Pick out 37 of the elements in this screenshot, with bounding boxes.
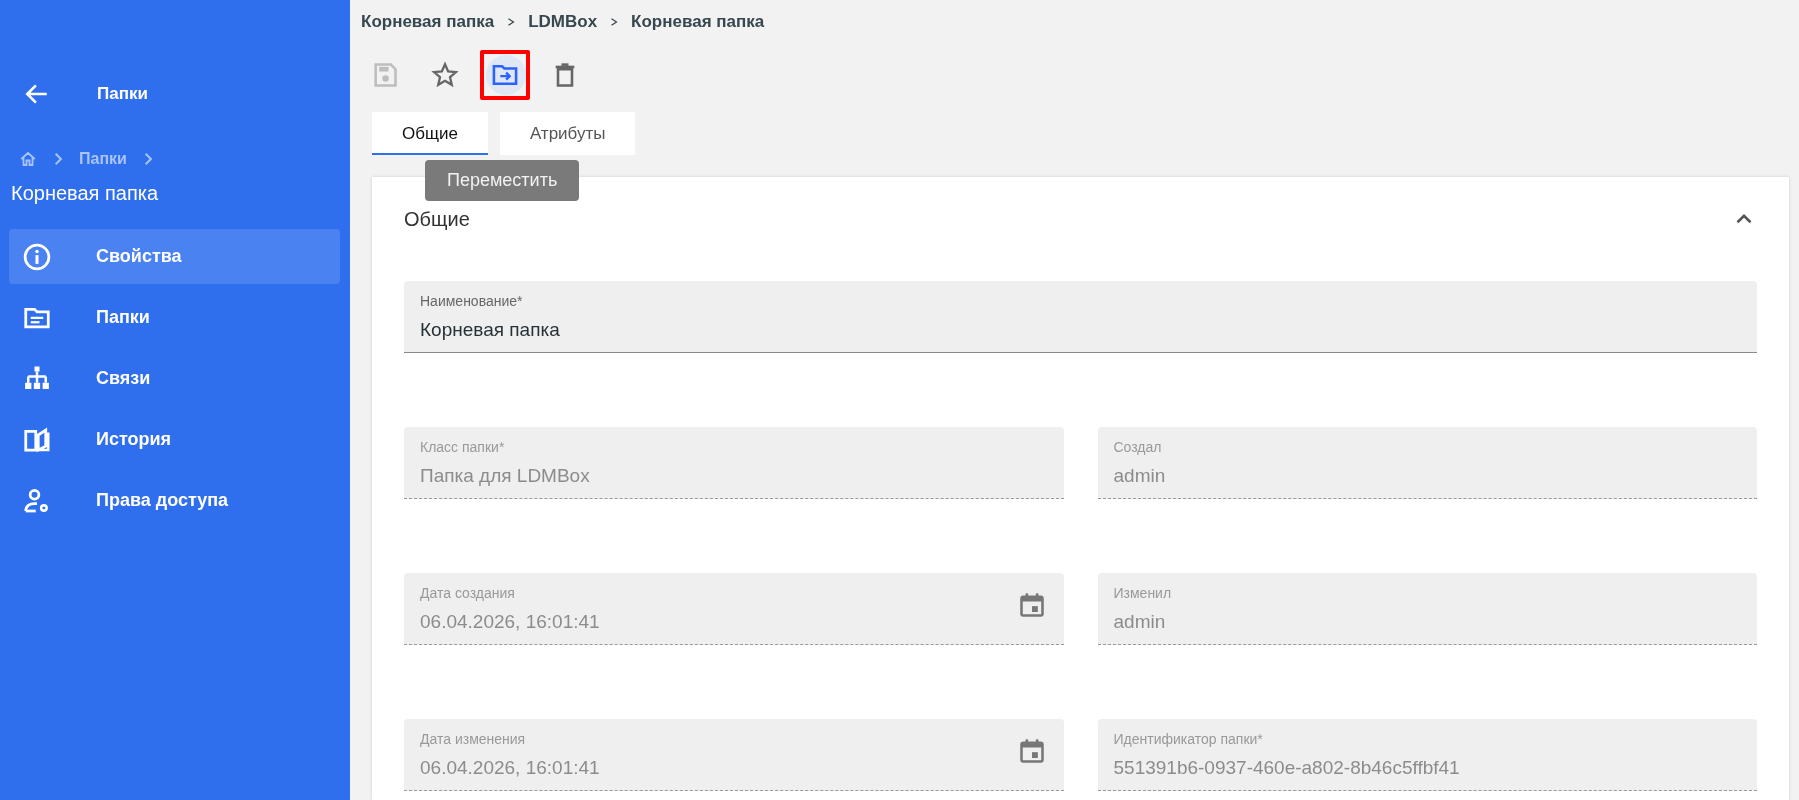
tab[interactable]: Общие (372, 112, 488, 155)
field-label: Идентификатор папки* (1113, 731, 1264, 747)
sidebar-item[interactable]: История (9, 412, 340, 467)
sidebar-item[interactable]: Права доступа (9, 473, 340, 528)
field-label: Дата изменения (420, 731, 527, 747)
breadcrumb-link[interactable]: Корневая папка (631, 12, 765, 32)
tab[interactable]: Атрибуты (499, 112, 636, 155)
field-value: Папка для LDMBox (420, 465, 590, 487)
breadcrumb-link[interactable]: Папки (79, 150, 127, 168)
field-value: admin (1113, 465, 1166, 487)
breadcrumb-link[interactable]: LDMBox (528, 12, 598, 32)
sidebar-item[interactable]: Папки (9, 290, 340, 345)
field-label: Наименование* (420, 293, 524, 309)
field-label: Изменил (1113, 585, 1173, 601)
input-field[interactable]: Наименование* Корневая папка (404, 281, 1757, 353)
field-value: 06.04.2026, 16:01:41 (420, 611, 600, 633)
chevron-icon (609, 17, 620, 27)
breadcrumb-link[interactable]: Корневая папка (361, 12, 495, 32)
sidebar-header-title: Папки (97, 84, 148, 104)
field-value: Корневая папка (420, 319, 560, 341)
field-label: Создал (1113, 439, 1163, 455)
field-value: admin (1113, 611, 1166, 633)
field-value: 06.04.2026, 16:01:41 (420, 757, 600, 779)
sidebar-title: Корневая папка (11, 182, 160, 205)
field-label: Дата создания (420, 585, 516, 601)
toolbar-button[interactable] (480, 50, 530, 100)
star-icon (431, 61, 459, 89)
sidebar-item[interactable]: Связи (9, 351, 340, 406)
sidebar-item[interactable]: Свойства (9, 229, 340, 284)
home-icon[interactable] (19, 150, 37, 168)
tooltip: Переместить (425, 160, 580, 201)
chevron-icon (506, 17, 517, 27)
field-value: 551391b6-0937-460e-a802-8b46c5ffbf41 (1113, 757, 1460, 779)
save-icon (371, 61, 399, 89)
section-title: Общие (404, 207, 470, 231)
field-label: Класс папки* (420, 439, 506, 455)
info-icon (22, 241, 52, 272)
